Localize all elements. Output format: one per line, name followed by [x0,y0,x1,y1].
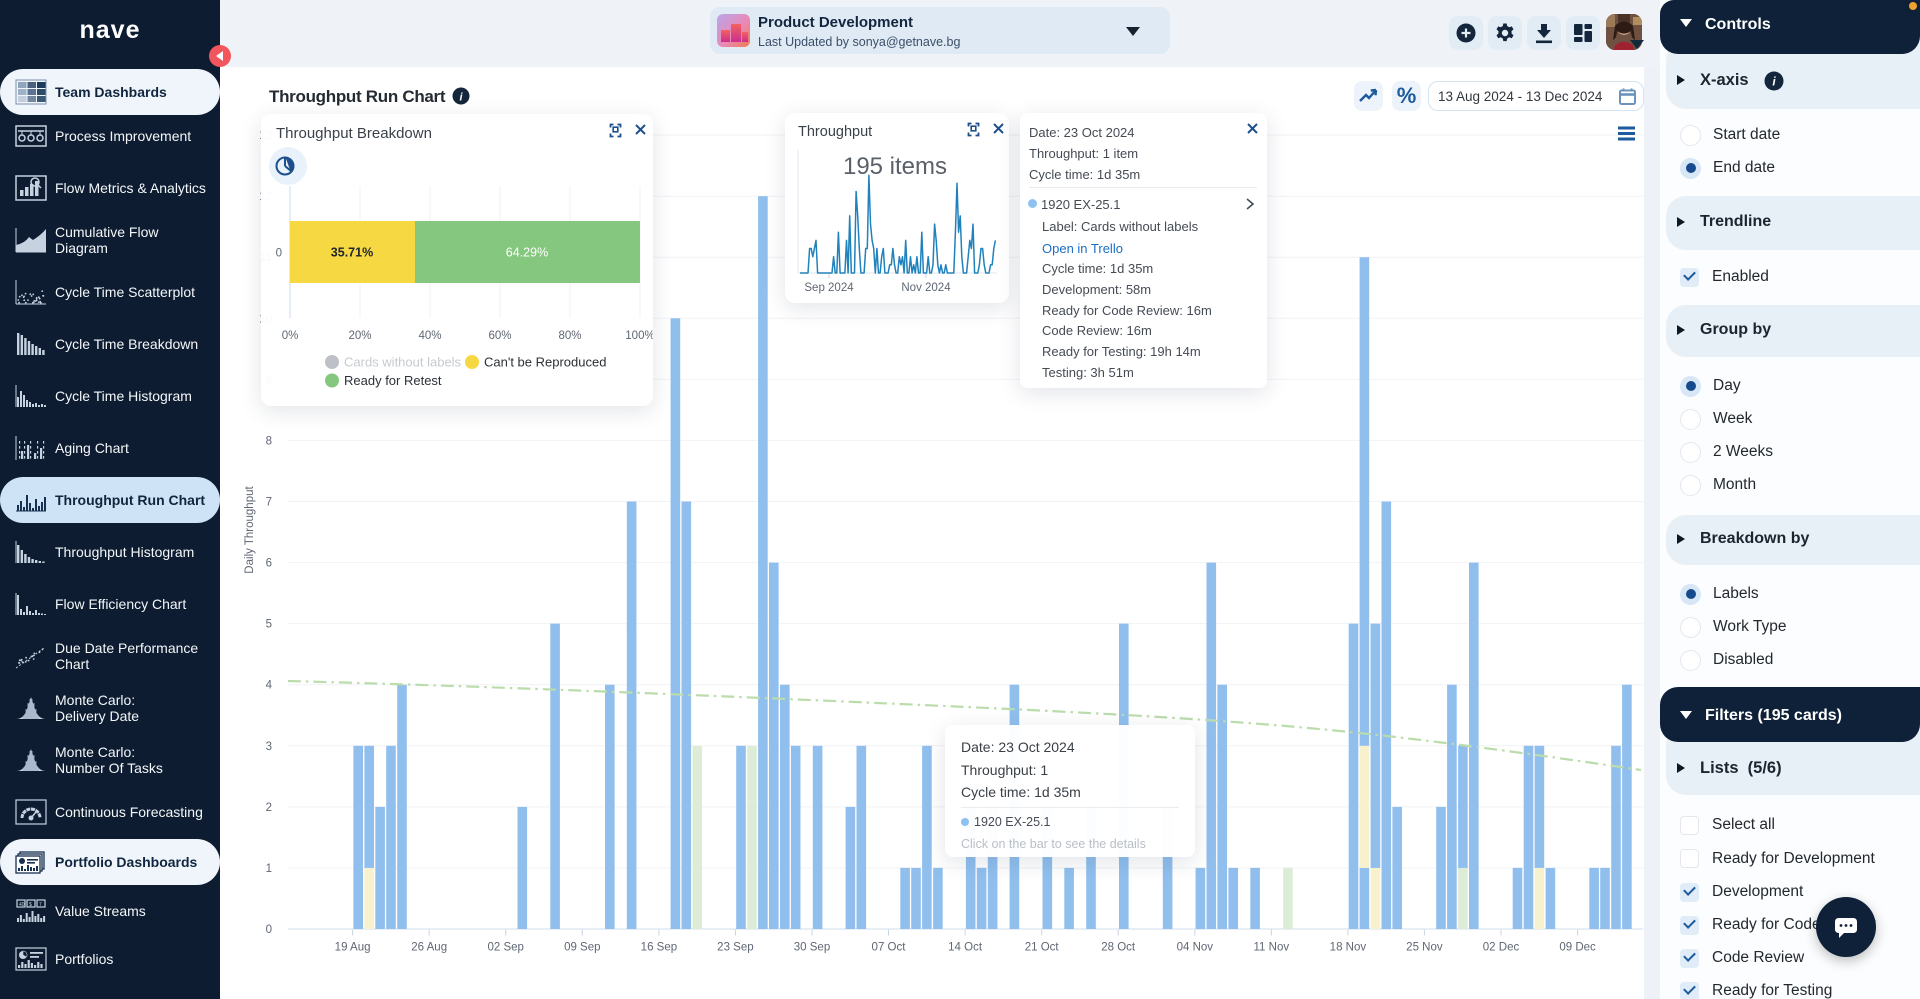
svg-text:80%: 80% [558,330,581,342]
svg-text:19 Aug: 19 Aug [335,942,371,954]
svg-text:0: 0 [266,924,272,936]
svg-text:Can't be Reproduced: Can't be Reproduced [484,355,606,370]
svg-text:28 Oct: 28 Oct [1101,942,1136,954]
svg-text:2: 2 [266,802,272,814]
svg-text:6: 6 [266,558,272,570]
svg-text:07 Oct: 07 Oct [872,942,907,954]
svg-text:4: 4 [266,680,273,692]
svg-text:26 Aug: 26 Aug [411,942,447,954]
svg-text:195 items: 195 items [843,153,947,180]
svg-text:16 Sep: 16 Sep [641,942,677,954]
svg-text:18 Nov: 18 Nov [1330,942,1367,954]
svg-text:02 Dec: 02 Dec [1483,942,1520,954]
svg-text:7: 7 [39,902,42,908]
svg-text:0: 0 [276,248,282,260]
svg-text:35.71%: 35.71% [331,246,373,260]
svg-text:1: 1 [266,863,272,875]
svg-text:Sep 2024: Sep 2024 [804,282,854,294]
svg-text:7: 7 [266,497,272,509]
svg-text:40%: 40% [418,330,441,342]
svg-text:Cards without labels: Cards without labels [344,355,462,370]
svg-text:0%: 0% [282,330,299,342]
svg-text:02 Sep: 02 Sep [487,942,523,954]
svg-text:60%: 60% [488,330,511,342]
svg-text:21 Oct: 21 Oct [1025,942,1060,954]
svg-text:5: 5 [266,619,272,631]
svg-text:09 Dec: 09 Dec [1559,942,1596,954]
svg-text:8: 8 [266,435,272,447]
svg-text:100%: 100% [625,330,653,342]
svg-text:$: $ [29,902,32,908]
svg-text:04 Nov: 04 Nov [1177,942,1214,954]
svg-text:Ready for Retest: Ready for Retest [344,373,442,388]
svg-text:14 Oct: 14 Oct [948,942,983,954]
svg-text:40: 40 [19,902,25,908]
svg-text:23 Sep: 23 Sep [717,942,753,954]
svg-text:64.29%: 64.29% [506,246,548,260]
svg-text:09 Sep: 09 Sep [564,942,600,954]
svg-text:Daily Throughput: Daily Throughput [244,486,256,574]
svg-text:30 Sep: 30 Sep [794,942,830,954]
svg-text:25 Nov: 25 Nov [1406,942,1443,954]
svg-text:3: 3 [266,741,272,753]
svg-text:11 Nov: 11 Nov [1254,942,1290,954]
svg-text:20%: 20% [348,330,371,342]
svg-text:Nov 2024: Nov 2024 [901,282,951,294]
